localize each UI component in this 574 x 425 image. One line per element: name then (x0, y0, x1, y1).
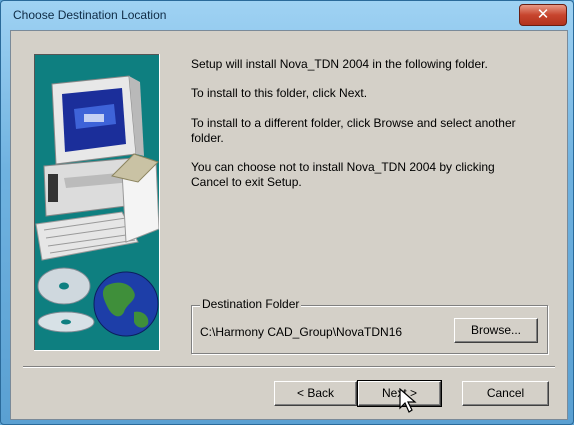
install-folder-message: Setup will install Nova_TDN 2004 in the … (191, 57, 488, 71)
close-button[interactable]: ✕ (519, 4, 567, 26)
cancel-button[interactable]: Cancel (462, 381, 549, 406)
setup-illustration-svg (35, 75, 159, 337)
destination-folder-group: Destination Folder C:\Harmony CAD_Group\… (191, 297, 548, 354)
cd-discs-icon (37, 267, 95, 333)
setup-illustration (34, 54, 160, 351)
browse-message: To install to a different folder, click … (191, 116, 516, 145)
dialog-client-area: Setup will install Nova_TDN 2004 in the … (10, 30, 568, 420)
mouse-pointer-icon (399, 388, 417, 413)
cancel-info-message: You can choose not to install Nova_TDN 2… (191, 160, 495, 189)
destination-folder-label: Destination Folder (200, 297, 302, 311)
window-title: Choose Destination Location (13, 8, 167, 22)
installer-window: Choose Destination Location ✕ Setup will… (0, 0, 574, 425)
back-button[interactable]: < Back (274, 381, 357, 406)
globe-icon (93, 271, 159, 337)
destination-path: C:\Harmony CAD_Group\NovaTDN16 (200, 325, 403, 339)
browse-button[interactable]: Browse... (454, 318, 538, 343)
title-bar[interactable]: Choose Destination Location ✕ (1, 1, 573, 29)
button-separator (23, 366, 555, 368)
close-icon: ✕ (536, 5, 550, 23)
click-next-message: To install to this folder, click Next. (191, 86, 368, 100)
